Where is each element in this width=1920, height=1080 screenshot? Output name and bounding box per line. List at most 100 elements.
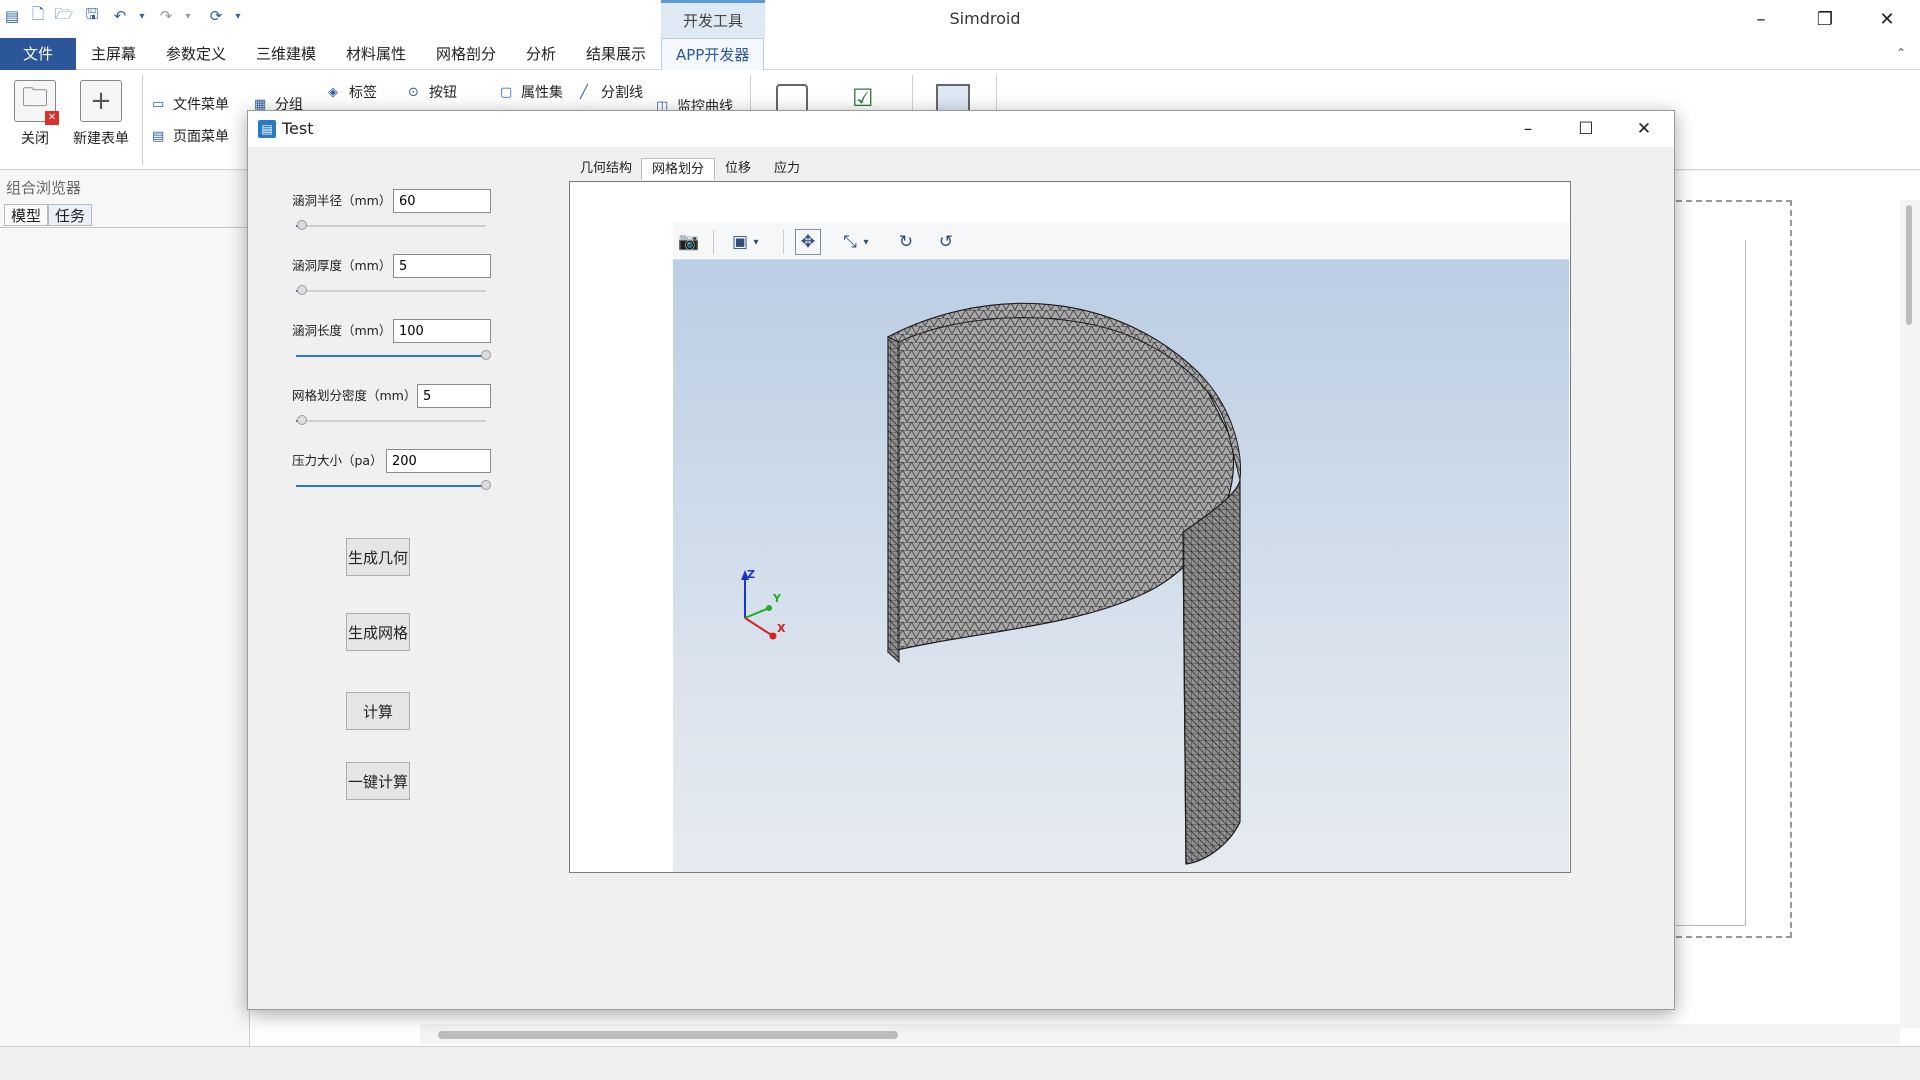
menu-meshing[interactable]: 网格剖分 bbox=[422, 38, 510, 70]
redo-icon[interactable]: ↷ bbox=[156, 6, 176, 26]
inner-wall-mesh bbox=[887, 302, 1235, 653]
vertical-scrollbar-thumb[interactable] bbox=[1906, 205, 1912, 325]
mesh-density-label: 网格划分密度（mm） bbox=[292, 388, 417, 403]
dialog-close-button[interactable]: ✕ bbox=[1615, 111, 1673, 147]
generate-geometry-button[interactable]: 生成几何 bbox=[346, 538, 410, 576]
panel-divider bbox=[0, 227, 250, 228]
dialog-maximize-button[interactable]: ☐ bbox=[1557, 111, 1615, 147]
tab-meshing[interactable]: 网格划分 bbox=[641, 158, 716, 180]
context-tab-dev-tools: 开发工具 bbox=[661, 0, 765, 38]
radius-label: 涵洞半径（mm） bbox=[292, 193, 392, 208]
viewer-toolbar: 📷 ▣ ▾ ✥ ⤡ ▾ ↻ ↺ bbox=[673, 222, 1569, 260]
new-form-button[interactable]: + 新建表单 bbox=[66, 80, 136, 170]
open-icon[interactable]: 🗁 bbox=[54, 5, 74, 26]
rotate-left-icon[interactable]: ↻ bbox=[893, 229, 919, 255]
close-form-label: 关闭 bbox=[21, 131, 49, 147]
new-icon[interactable]: 🗋 bbox=[28, 5, 48, 26]
property-set-button[interactable]: ▢ 属性集 bbox=[500, 82, 563, 104]
view-cube-dropdown-icon[interactable]: ▾ bbox=[749, 229, 763, 255]
compute-button[interactable]: 计算 bbox=[346, 692, 410, 730]
length-slider-handle[interactable] bbox=[481, 350, 491, 360]
mesh-density-slider[interactable] bbox=[296, 420, 486, 422]
dialog-minimize-button[interactable]: – bbox=[1499, 111, 1557, 147]
folder-close-icon: 🗀 ✕ bbox=[14, 80, 59, 125]
3d-viewport[interactable]: Z Y X bbox=[673, 222, 1569, 872]
combo-browser-title: 组合浏览器 bbox=[6, 179, 82, 197]
horizontal-scrollbar-thumb[interactable] bbox=[438, 1031, 898, 1039]
axis-x-label: X bbox=[777, 622, 786, 635]
axis-y-label: Y bbox=[773, 592, 781, 605]
menu-file[interactable]: 文件 bbox=[0, 38, 76, 70]
refresh-icon[interactable]: ⟳ bbox=[206, 6, 226, 26]
radius-slider-handle[interactable] bbox=[296, 220, 307, 230]
page-menu-label: 页面菜单 bbox=[173, 129, 229, 145]
app-icon[interactable]: ▤ bbox=[2, 6, 22, 26]
one-click-compute-button[interactable]: 一键计算 bbox=[346, 762, 410, 800]
menu-analysis[interactable]: 分析 bbox=[512, 38, 570, 70]
title-bar: ▤ 🗋 🗁 🖫 ↶ ▾ ↷ ▾ ⟳ ▾ 开发工具 Simdroid – ❐ ✕ bbox=[0, 0, 1920, 38]
undo-dropdown-icon[interactable]: ▾ bbox=[132, 6, 152, 26]
length-input[interactable] bbox=[393, 319, 491, 343]
collapse-ribbon-icon[interactable]: ⌃ bbox=[1896, 46, 1906, 60]
save-icon[interactable]: 🖫 bbox=[82, 5, 102, 26]
axis-orientation-dropdown-icon[interactable]: ▾ bbox=[859, 229, 873, 255]
menu-app-developer[interactable]: APP开发器 bbox=[661, 38, 765, 71]
axis-z-label: Z bbox=[747, 568, 755, 581]
mesh-model bbox=[886, 302, 1241, 865]
page-menu-icon: ▤ bbox=[152, 129, 165, 144]
file-menu-button[interactable]: ▭ 文件菜单 bbox=[152, 94, 229, 116]
viewer-frame: Z Y X 📷 ▣ ▾ ✥ ⤡ ▾ ↻ ↺ bbox=[569, 181, 1571, 873]
tab-model[interactable]: 模型 bbox=[4, 204, 49, 226]
ribbon-separator bbox=[142, 75, 143, 165]
restore-button[interactable]: ❐ bbox=[1796, 0, 1854, 38]
thickness-slider[interactable] bbox=[296, 290, 486, 292]
radius-slider[interactable] bbox=[296, 225, 486, 227]
combo-browser-panel: 组合浏览器 模型 任务 bbox=[0, 171, 250, 1046]
menu-bar: 文件 主屏幕 参数定义 三维建模 材料属性 网格剖分 分析 结果展示 APP开发… bbox=[0, 38, 1920, 71]
close-button[interactable]: ✕ bbox=[1858, 0, 1916, 38]
close-form-button[interactable]: 🗀 ✕ 关闭 bbox=[0, 80, 70, 170]
dialog-app-icon: ▤ bbox=[258, 120, 276, 138]
radius-input[interactable] bbox=[393, 189, 491, 213]
customize-dropdown-icon[interactable]: ▾ bbox=[228, 6, 248, 26]
generate-mesh-button[interactable]: 生成网格 bbox=[346, 613, 410, 651]
redo-dropdown-icon[interactable]: ▾ bbox=[178, 6, 198, 26]
checklist-icon[interactable]: ☑ bbox=[852, 84, 874, 112]
pressure-input[interactable] bbox=[386, 449, 491, 473]
tab-geometry[interactable]: 几何结构 bbox=[570, 158, 642, 180]
menu-parameters[interactable]: 参数定义 bbox=[152, 38, 240, 70]
button-icon: ⊙ bbox=[408, 85, 419, 100]
file-menu-label: 文件菜单 bbox=[173, 97, 229, 113]
menu-3d-modeling[interactable]: 三维建模 bbox=[242, 38, 330, 70]
property-set-label: 属性集 bbox=[521, 85, 563, 101]
new-form-icon: + bbox=[80, 80, 122, 122]
tab-displacement[interactable]: 位移 bbox=[715, 158, 761, 180]
minimize-button[interactable]: – bbox=[1732, 0, 1790, 38]
thickness-slider-handle[interactable] bbox=[296, 285, 307, 295]
thickness-input[interactable] bbox=[393, 254, 491, 278]
undo-icon[interactable]: ↶ bbox=[110, 6, 130, 26]
thickness-label: 涵洞厚度（mm） bbox=[292, 258, 392, 273]
divider-label: 分割线 bbox=[601, 85, 643, 101]
page-menu-button[interactable]: ▤ 页面菜单 bbox=[152, 126, 229, 148]
divider-button[interactable]: ╱ 分割线 bbox=[580, 82, 643, 104]
tab-task[interactable]: 任务 bbox=[48, 204, 93, 226]
menu-home[interactable]: 主屏幕 bbox=[77, 38, 150, 70]
rotate-right-icon[interactable]: ↺ bbox=[933, 229, 959, 255]
camera-icon[interactable]: 📷 bbox=[676, 229, 702, 255]
app-title: Simdroid bbox=[949, 9, 1021, 28]
divider-icon: ╱ bbox=[580, 85, 588, 100]
menu-material[interactable]: 材料属性 bbox=[332, 38, 420, 70]
pressure-slider-handle[interactable] bbox=[481, 480, 491, 490]
pressure-slider-fill bbox=[296, 485, 486, 487]
dialog-title: Test bbox=[282, 119, 314, 138]
button-label: 按钮 bbox=[429, 85, 457, 101]
tab-stress[interactable]: 应力 bbox=[764, 158, 810, 180]
label-button[interactable]: ◈ 标签 bbox=[328, 82, 377, 104]
label-label: 标签 bbox=[349, 85, 377, 101]
mesh-density-input[interactable] bbox=[417, 384, 491, 408]
fit-view-icon[interactable]: ✥ bbox=[795, 229, 821, 255]
menu-results[interactable]: 结果展示 bbox=[572, 38, 660, 70]
mesh-density-slider-handle[interactable] bbox=[296, 415, 307, 425]
button-button[interactable]: ⊙ 按钮 bbox=[408, 82, 457, 104]
